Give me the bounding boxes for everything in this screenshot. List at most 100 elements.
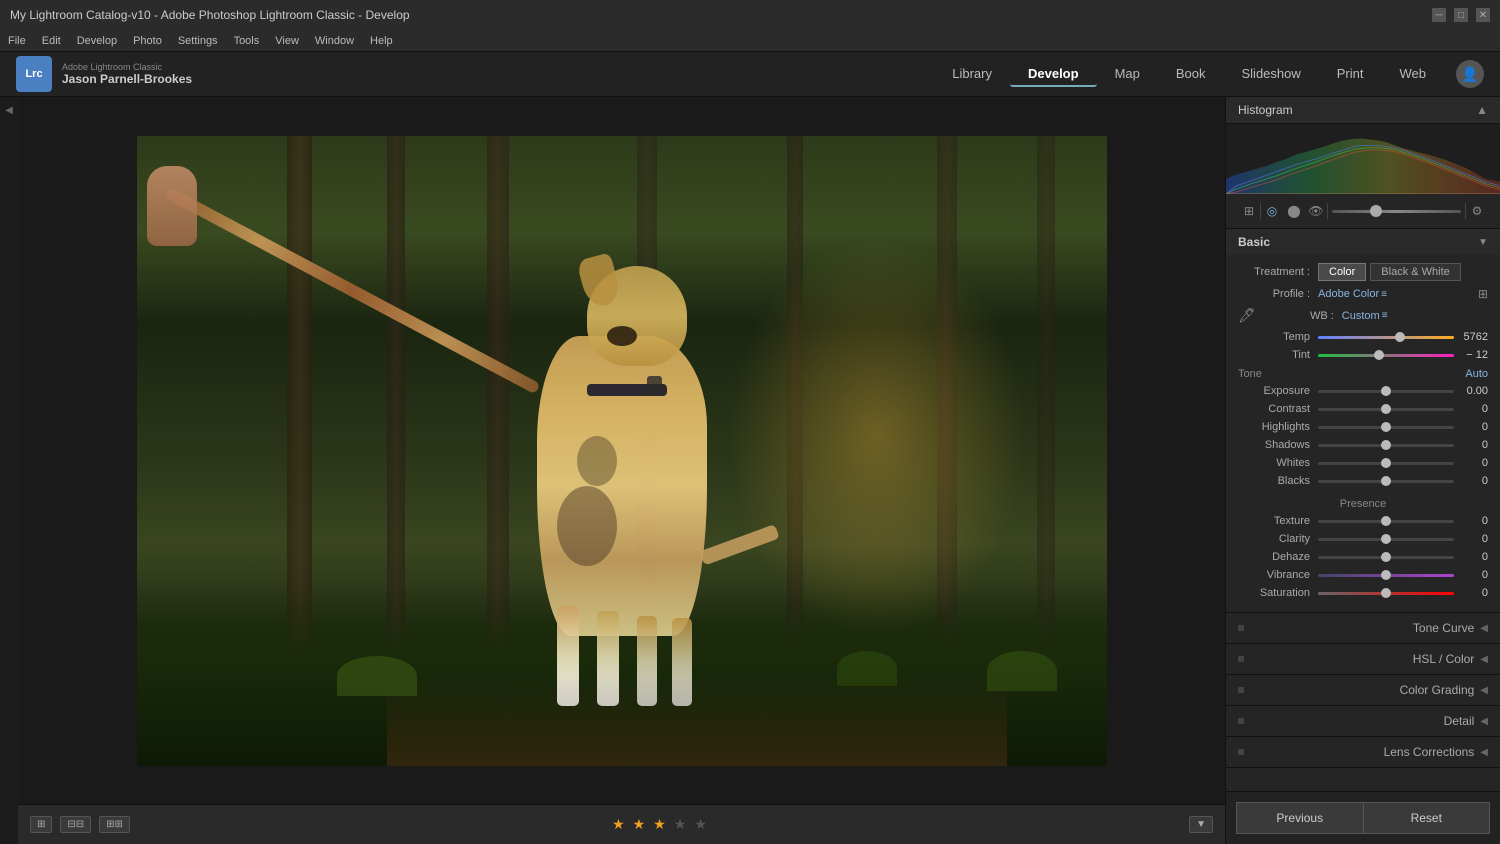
star-1[interactable]: ★: [612, 816, 625, 833]
nav-web[interactable]: Web: [1382, 62, 1445, 87]
contrast-slider-area[interactable]: [1318, 402, 1454, 416]
whites-slider-area[interactable]: [1318, 456, 1454, 470]
crop-tool-icon[interactable]: ◎: [1261, 200, 1283, 222]
minimize-button[interactable]: ─: [1432, 8, 1446, 22]
blacks-thumb[interactable]: [1381, 476, 1391, 486]
vibrance-thumb[interactable]: [1381, 570, 1391, 580]
saturation-slider-area[interactable]: [1318, 586, 1454, 600]
spot-tool-icon[interactable]: ⬤: [1283, 200, 1305, 222]
menu-tools[interactable]: Tools: [234, 35, 260, 47]
blacks-value: 0: [1458, 475, 1488, 487]
texture-slider-area[interactable]: [1318, 514, 1454, 528]
window-controls[interactable]: ─ □ ✕: [1432, 8, 1490, 22]
compare-button[interactable]: ⊟⊟: [60, 816, 91, 833]
user-avatar[interactable]: 👤: [1456, 60, 1484, 88]
close-button[interactable]: ✕: [1476, 8, 1490, 22]
texture-value: 0: [1458, 515, 1488, 527]
dehaze-slider-area[interactable]: [1318, 550, 1454, 564]
wb-arrow[interactable]: ≡: [1382, 310, 1388, 321]
contrast-thumb[interactable]: [1381, 404, 1391, 414]
star-3[interactable]: ★: [653, 816, 666, 833]
saturation-thumb[interactable]: [1381, 588, 1391, 598]
profile-arrow[interactable]: ≡: [1381, 289, 1387, 300]
lens-corrections-arrow: ◀: [1480, 747, 1488, 758]
tint-label: Tint: [1238, 349, 1318, 361]
menu-edit[interactable]: Edit: [42, 35, 61, 47]
nav-slideshow[interactable]: Slideshow: [1224, 62, 1319, 87]
right-panel: Histogram ▲: [1225, 97, 1500, 844]
menu-help[interactable]: Help: [370, 35, 393, 47]
nav-map[interactable]: Map: [1097, 62, 1158, 87]
presence-header: Presence: [1238, 496, 1488, 510]
detail-panel[interactable]: Detail ◀: [1226, 706, 1500, 737]
histogram-collapse-button[interactable]: ▲: [1476, 103, 1488, 117]
grid-tool-icon[interactable]: ⊞: [1238, 200, 1260, 222]
color-grading-panel[interactable]: Color Grading ◀: [1226, 675, 1500, 706]
reset-button[interactable]: Reset: [1363, 802, 1491, 834]
star-5[interactable]: ★: [694, 816, 707, 833]
star-4[interactable]: ★: [674, 816, 687, 833]
whites-row: Whites 0: [1238, 456, 1488, 470]
vibrance-slider-area[interactable]: [1318, 568, 1454, 582]
blacks-track: [1318, 480, 1454, 483]
tint-slider-area[interactable]: [1318, 348, 1454, 362]
presence-label: Presence: [1340, 498, 1386, 510]
treatment-bw-button[interactable]: Black & White: [1370, 263, 1460, 281]
zoom-out-button[interactable]: ▼: [1189, 816, 1213, 833]
texture-thumb[interactable]: [1381, 516, 1391, 526]
basic-panel-content: Treatment : Color Black & White Profile …: [1226, 255, 1500, 612]
menu-settings[interactable]: Settings: [178, 35, 218, 47]
maximize-button[interactable]: □: [1454, 8, 1468, 22]
clarity-slider-area[interactable]: [1318, 532, 1454, 546]
hsl-indicator: [1238, 656, 1244, 662]
basic-panel-arrow: ▼: [1478, 237, 1488, 248]
shadows-slider-area[interactable]: [1318, 438, 1454, 452]
highlights-row: Highlights 0: [1238, 420, 1488, 434]
basic-panel-header[interactable]: Basic ▼: [1226, 229, 1500, 255]
nav-develop[interactable]: Develop: [1010, 62, 1097, 87]
menu-photo[interactable]: Photo: [133, 35, 162, 47]
temp-value: 5762: [1458, 331, 1488, 343]
clarity-thumb[interactable]: [1381, 534, 1391, 544]
profile-value[interactable]: Adobe Color: [1318, 288, 1379, 300]
wb-value[interactable]: Custom: [1342, 310, 1380, 322]
view-mode-button[interactable]: ⊞: [30, 816, 52, 833]
highlights-slider-area[interactable]: [1318, 420, 1454, 434]
eyedropper-icon[interactable]: 🖊: [1238, 307, 1256, 324]
temp-thumb[interactable]: [1395, 332, 1405, 342]
exposure-slider-area[interactable]: [1318, 384, 1454, 398]
hsl-panel[interactable]: HSL / Color ◀: [1226, 644, 1500, 675]
tone-auto-button[interactable]: Auto: [1465, 368, 1488, 380]
nav-book[interactable]: Book: [1158, 62, 1224, 87]
nav-library[interactable]: Library: [934, 62, 1010, 87]
star-2[interactable]: ★: [633, 816, 646, 833]
menu-window[interactable]: Window: [315, 35, 354, 47]
tone-curve-panel[interactable]: Tone Curve ◀: [1226, 613, 1500, 644]
whites-thumb[interactable]: [1381, 458, 1391, 468]
dehaze-thumb[interactable]: [1381, 552, 1391, 562]
highlights-thumb[interactable]: [1381, 422, 1391, 432]
menu-file[interactable]: File: [8, 35, 26, 47]
redeye-tool-icon[interactable]: 👁: [1305, 200, 1327, 222]
tint-thumb[interactable]: [1374, 350, 1384, 360]
treatment-color-button[interactable]: Color: [1318, 263, 1366, 281]
temp-slider-area[interactable]: [1318, 330, 1454, 344]
survey-button[interactable]: ⊞⊞: [99, 816, 130, 833]
nav-print[interactable]: Print: [1319, 62, 1382, 87]
settings-tool-icon[interactable]: ⚙: [1466, 200, 1488, 222]
dehaze-value: 0: [1458, 551, 1488, 563]
dehaze-track: [1318, 556, 1454, 559]
exposure-thumb[interactable]: [1381, 386, 1391, 396]
blacks-slider-area[interactable]: [1318, 474, 1454, 488]
previous-button[interactable]: Previous: [1236, 802, 1363, 834]
contrast-row: Contrast 0: [1238, 402, 1488, 416]
exposure-row: Exposure 0.00: [1238, 384, 1488, 398]
temp-row: Temp 5762: [1238, 330, 1488, 344]
shadows-thumb[interactable]: [1381, 440, 1391, 450]
tone-section-header: Tone Auto: [1238, 368, 1488, 380]
lens-corrections-panel[interactable]: Lens Corrections ◀: [1226, 737, 1500, 768]
menu-develop[interactable]: Develop: [77, 35, 117, 47]
menu-view[interactable]: View: [275, 35, 299, 47]
profile-grid-button[interactable]: ⊞: [1478, 287, 1488, 301]
left-panel-arrow[interactable]: ◀: [5, 105, 13, 116]
